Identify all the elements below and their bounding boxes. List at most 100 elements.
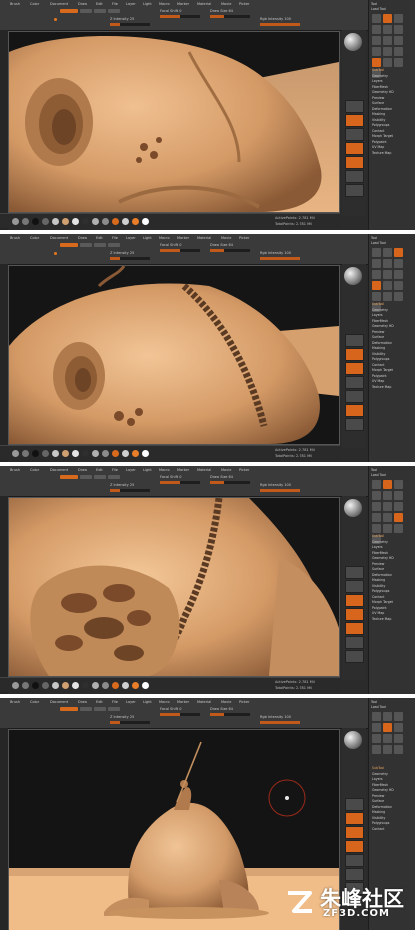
- menu-label[interactable]: Material: [197, 2, 211, 6]
- rotate-button[interactable]: [108, 707, 120, 711]
- menu-label[interactable]: Movie: [221, 2, 231, 6]
- menu-label[interactable]: File: [112, 236, 118, 240]
- material-swatch[interactable]: [72, 682, 79, 689]
- tool-thumb[interactable]: [394, 259, 403, 268]
- menu-label[interactable]: Document: [50, 700, 68, 704]
- tool-thumb[interactable]: [394, 47, 403, 56]
- polyframe-button[interactable]: [345, 868, 364, 881]
- tool-thumb[interactable]: [372, 270, 381, 279]
- menu-label[interactable]: Document: [50, 2, 68, 6]
- material-swatch[interactable]: [102, 450, 109, 457]
- floor-button[interactable]: [345, 334, 364, 347]
- tool-thumb[interactable]: [383, 281, 392, 290]
- rgb-intensity-slider[interactable]: [260, 23, 300, 26]
- color-swatch[interactable]: [142, 218, 149, 225]
- rotate-button[interactable]: [108, 9, 120, 13]
- menu-label[interactable]: Document: [50, 468, 68, 472]
- menu-label[interactable]: Movie: [221, 700, 231, 704]
- menu-label[interactable]: File: [112, 700, 118, 704]
- tool-thumb[interactable]: [383, 58, 392, 67]
- tool-thumb[interactable]: [372, 491, 381, 500]
- tool-thumb[interactable]: [383, 734, 392, 743]
- color-swatch[interactable]: [132, 450, 139, 457]
- frame-button[interactable]: [345, 114, 364, 127]
- scale-view-button[interactable]: [345, 840, 364, 853]
- menu-label[interactable]: Marker: [177, 468, 189, 472]
- draw-button[interactable]: [60, 475, 78, 479]
- menu-label[interactable]: Movie: [221, 468, 231, 472]
- menu-label[interactable]: Draw: [78, 2, 87, 6]
- material-swatch[interactable]: [92, 218, 99, 225]
- tool-thumb[interactable]: [394, 36, 403, 45]
- material-swatch[interactable]: [52, 218, 59, 225]
- menu-label[interactable]: Marker: [177, 2, 189, 6]
- menu-label[interactable]: Picker: [239, 2, 249, 6]
- menu-label[interactable]: Movie: [221, 236, 231, 240]
- material-swatch[interactable]: [92, 450, 99, 457]
- scale-button[interactable]: [94, 707, 106, 711]
- color-swatch[interactable]: [142, 682, 149, 689]
- tool-thumb[interactable]: [394, 745, 403, 754]
- frame-button[interactable]: [345, 348, 364, 361]
- draw-size-slider[interactable]: [210, 249, 250, 252]
- menu-label[interactable]: Brush: [10, 236, 20, 240]
- menu-label[interactable]: Light: [143, 236, 152, 240]
- menu-label[interactable]: Color: [30, 2, 39, 6]
- move-button[interactable]: [80, 707, 92, 711]
- rgb-intensity-slider[interactable]: [260, 489, 300, 492]
- tool-thumb[interactable]: [394, 248, 403, 257]
- rotate-button[interactable]: [108, 475, 120, 479]
- move-view-button[interactable]: [345, 826, 364, 839]
- rotate-view-button[interactable]: [345, 622, 364, 635]
- stroke-swatch[interactable]: [22, 450, 29, 457]
- tool-thumb[interactable]: [372, 25, 381, 34]
- z-intensity-slider[interactable]: [110, 721, 150, 724]
- transp-button[interactable]: [345, 650, 364, 663]
- menu-label[interactable]: Edit: [96, 2, 103, 6]
- menu-label[interactable]: Picker: [239, 468, 249, 472]
- rotate-view-button[interactable]: [345, 156, 364, 169]
- material-swatch[interactable]: [72, 450, 79, 457]
- menu-item[interactable]: Texture Map: [372, 617, 413, 623]
- tool-thumb[interactable]: [372, 36, 381, 45]
- material-swatch[interactable]: [62, 450, 69, 457]
- focal-shift-slider[interactable]: [160, 15, 200, 18]
- menu-label[interactable]: Picker: [239, 236, 249, 240]
- menu-label[interactable]: Brush: [10, 2, 20, 6]
- move-view-button[interactable]: [345, 362, 364, 375]
- polyframe-button[interactable]: [345, 404, 364, 417]
- menu-label[interactable]: Document: [50, 236, 68, 240]
- color-swatch[interactable]: [132, 218, 139, 225]
- tool-thumb[interactable]: [394, 292, 403, 301]
- tool-thumb[interactable]: [394, 524, 403, 533]
- menu-label[interactable]: Draw: [78, 700, 87, 704]
- tool-thumb[interactable]: [383, 270, 392, 279]
- brush-swatch[interactable]: [12, 450, 19, 457]
- color-swatch[interactable]: [132, 682, 139, 689]
- material-swatch[interactable]: [112, 218, 119, 225]
- focal-shift-slider[interactable]: [160, 713, 200, 716]
- menu-label[interactable]: Macro: [159, 700, 170, 704]
- floor-button[interactable]: [345, 566, 364, 579]
- frame-button[interactable]: [345, 580, 364, 593]
- menu-label[interactable]: Layer: [126, 468, 136, 472]
- focal-shift-slider[interactable]: [160, 249, 200, 252]
- menu-label[interactable]: Draw: [78, 468, 87, 472]
- tool-thumb[interactable]: [372, 712, 381, 721]
- canvas-viewport[interactable]: [8, 31, 340, 213]
- material-swatch[interactable]: [92, 682, 99, 689]
- menu-label[interactable]: Color: [30, 236, 39, 240]
- rotate-view-button[interactable]: [345, 854, 364, 867]
- stroke-swatch[interactable]: [22, 682, 29, 689]
- move-button[interactable]: [80, 9, 92, 13]
- material-swatch[interactable]: [82, 450, 89, 457]
- move-button[interactable]: [80, 243, 92, 247]
- menu-label[interactable]: Brush: [10, 468, 20, 472]
- material-sphere-icon[interactable]: [344, 499, 362, 517]
- material-swatch[interactable]: [122, 682, 129, 689]
- material-swatch[interactable]: [82, 218, 89, 225]
- material-sphere-icon[interactable]: [344, 731, 362, 749]
- tool-thumb[interactable]: [383, 292, 392, 301]
- material-swatch[interactable]: [62, 218, 69, 225]
- floor-button[interactable]: [345, 100, 364, 113]
